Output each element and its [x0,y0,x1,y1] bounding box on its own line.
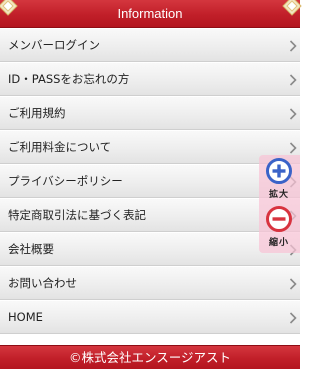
menu-item-contact[interactable]: お問い合わせ [0,266,300,300]
menu-item-forgot-id-pass[interactable]: ID・PASSをお忘れの方 [0,62,300,96]
zoom-in-icon [266,158,292,184]
zoom-panel: 拡大 縮小 [259,155,300,253]
chevron-right-icon [289,74,297,86]
menu-item-label: お問い合わせ [8,276,77,290]
chevron-right-icon [289,40,297,52]
menu-item-label: ご利用規約 [8,106,66,120]
menu-item-label: メンバーログイン [8,38,100,52]
zoom-in-button[interactable]: 拡大 [262,157,296,203]
menu-item-privacy-policy[interactable]: プライバシーポリシー [0,164,300,198]
menu-item-label: ご利用料金について [8,140,112,154]
zoom-out-label: 縮小 [268,238,289,248]
copyright-text: ©株式会社エンスージアスト [68,350,231,365]
zoom-out-button[interactable]: 縮小 [262,205,296,251]
menu-item-pricing[interactable]: ご利用料金について [0,130,300,164]
menu-item-member-login[interactable]: メンバーログイン [0,28,300,62]
zoom-out-icon [266,206,292,232]
corner-ornament-icon [282,0,302,16]
menu-item-commercial-law[interactable]: 特定商取引法に基づく表記 [0,198,300,232]
page-title: Information [117,6,183,21]
menu-item-label: ID・PASSをお忘れの方 [8,72,130,86]
footer-bar: ©株式会社エンスージアスト [0,345,300,369]
menu-item-home[interactable]: HOME [0,300,300,334]
menu-item-terms[interactable]: ご利用規約 [0,96,300,130]
menu-item-label: プライバシーポリシー [8,174,123,188]
info-menu: メンバーログイン ID・PASSをお忘れの方 ご利用規約 ご利用料金について プ… [0,28,300,334]
zoom-in-label: 拡大 [268,190,289,200]
menu-item-company-profile[interactable]: 会社概要 [0,232,300,266]
header-bar: Information [0,0,302,28]
chevron-right-icon [289,312,297,324]
menu-item-label: 会社概要 [8,242,54,256]
menu-item-label: 特定商取引法に基づく表記 [8,208,146,222]
chevron-right-icon [289,108,297,120]
chevron-right-icon [289,142,297,154]
chevron-right-icon [289,278,297,290]
menu-item-label: HOME [8,310,43,324]
